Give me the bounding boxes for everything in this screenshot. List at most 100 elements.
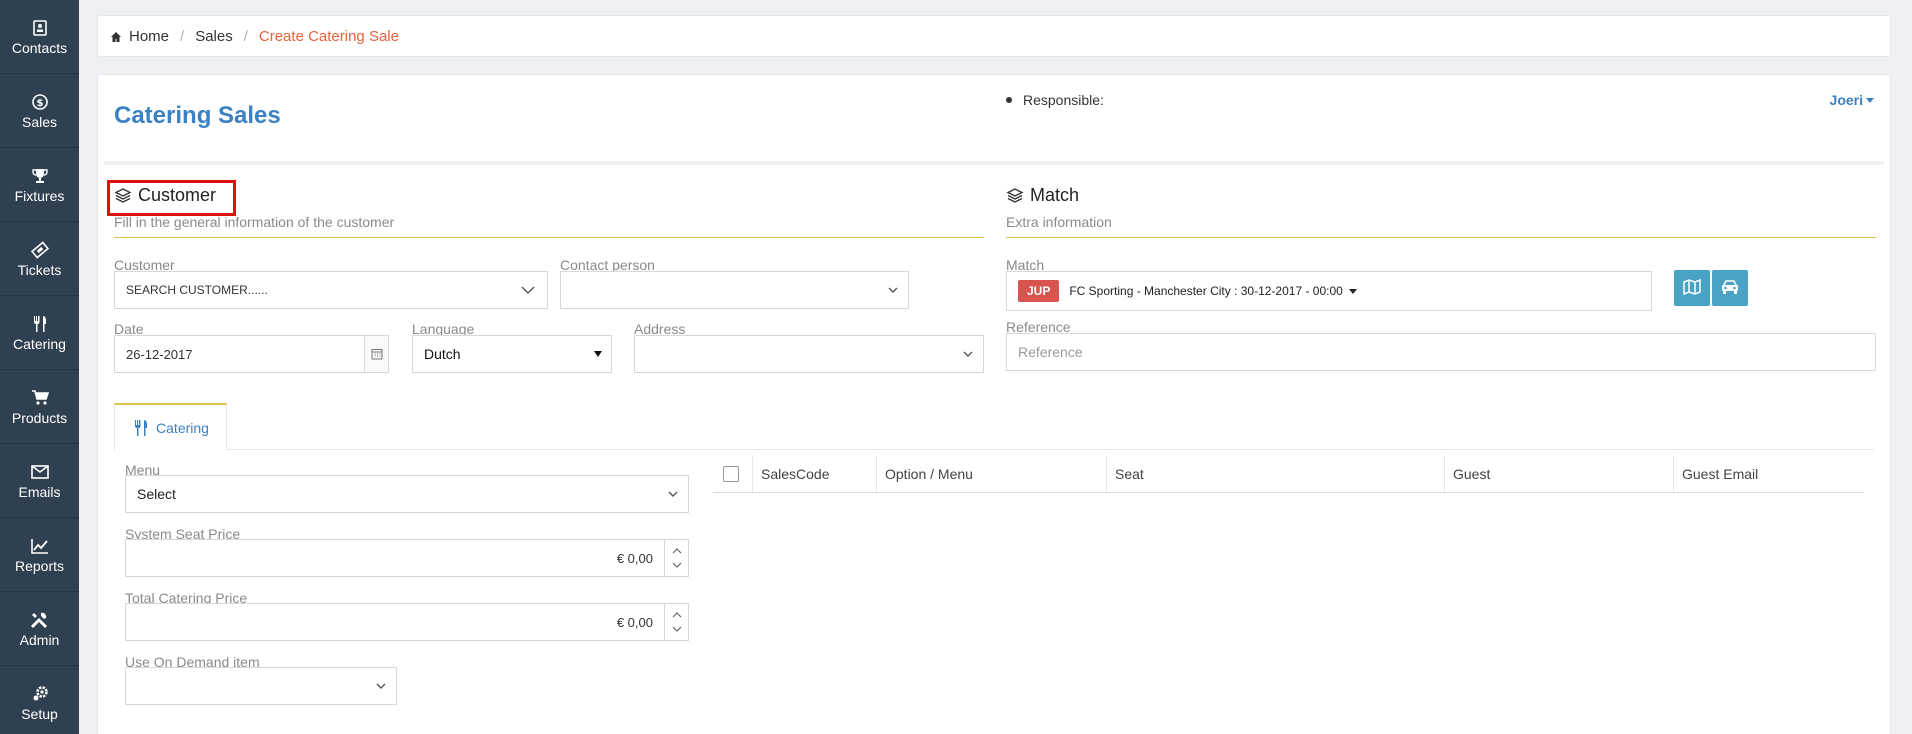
sidebar: Contacts $ Sales Fixtures Tickets Cateri… (0, 0, 79, 734)
column-header-seat[interactable]: Seat (1107, 455, 1445, 492)
breadcrumb-home-link[interactable]: Home (129, 28, 169, 45)
chevron-down-icon[interactable] (672, 562, 682, 568)
header-divider (104, 161, 1884, 165)
match-section-line (1006, 237, 1876, 238)
caret-down-icon (1348, 288, 1357, 294)
contact-card-icon (30, 18, 50, 38)
chevron-down-icon (376, 683, 386, 689)
column-header-option-menu[interactable]: Option / Menu (877, 455, 1107, 492)
sidebar-item-fixtures[interactable]: Fixtures (0, 148, 79, 222)
match-subtitle: Extra information (1006, 214, 1112, 230)
customer-section-line (114, 237, 984, 238)
select-all-checkbox[interactable] (723, 465, 739, 482)
dollar-icon: $ (30, 92, 50, 112)
match-dropdown[interactable]: FC Sporting - Manchester City : 30-12-20… (1069, 284, 1357, 298)
fork-knife-icon (30, 314, 50, 334)
total-price-value: € 0,00 (616, 614, 653, 630)
menu-value: Select (137, 486, 176, 502)
tab-bar (114, 449, 1874, 450)
sidebar-item-label: Products (11, 409, 68, 426)
seat-price-value: € 0,00 (616, 550, 653, 566)
user-name: Joeri (1829, 92, 1863, 108)
sidebar-item-tickets[interactable]: Tickets (0, 222, 79, 296)
map-button[interactable] (1674, 270, 1710, 306)
calendar-icon[interactable] (364, 336, 388, 372)
envelope-icon (30, 462, 50, 482)
sidebar-item-label: Tickets (17, 261, 62, 278)
sidebar-item-products[interactable]: Products (0, 370, 79, 444)
sidebar-item-contacts[interactable]: Contacts (0, 0, 79, 74)
column-header-guest[interactable]: Guest (1445, 455, 1674, 492)
chevron-down-icon[interactable] (672, 626, 682, 632)
chevron-up-icon[interactable] (672, 612, 682, 618)
sidebar-item-label: Contacts (11, 39, 68, 56)
match-section-title: Match (1006, 185, 1079, 206)
sidebar-item-setup[interactable]: Setup (0, 666, 79, 734)
sidebar-item-admin[interactable]: Admin (0, 592, 79, 666)
main-panel: Catering Sales Responsible: Joeri Custom… (97, 74, 1891, 734)
sidebar-item-label: Admin (19, 631, 60, 648)
sidebar-item-label: Fixtures (14, 187, 65, 204)
car-button[interactable] (1712, 270, 1748, 306)
reference-input[interactable]: Reference (1006, 333, 1876, 371)
reference-placeholder: Reference (1018, 344, 1083, 360)
chevron-down-icon (888, 287, 898, 293)
match-badge: JUP (1018, 280, 1060, 302)
sidebar-item-reports[interactable]: Reports (0, 518, 79, 592)
column-header-salescode[interactable]: SalesCode (753, 455, 877, 492)
breadcrumb-sales-link[interactable]: Sales (195, 28, 233, 45)
sidebar-item-emails[interactable]: Emails (0, 444, 79, 518)
chevron-down-icon (521, 286, 535, 294)
breadcrumb-current: Create Catering Sale (258, 27, 399, 45)
customer-search-select[interactable]: SEARCH CUSTOMER...... (114, 271, 548, 309)
page-title: Catering Sales (114, 102, 281, 129)
total-price-input[interactable]: € 0,00 (125, 603, 689, 641)
column-header-guest-email[interactable]: Guest Email (1674, 455, 1864, 492)
trophy-icon (30, 166, 50, 186)
address-select[interactable] (634, 335, 984, 373)
date-input[interactable]: 26-12-2017 (114, 335, 389, 373)
seat-price-input[interactable]: € 0,00 (125, 539, 689, 577)
seat-price-spinner[interactable] (664, 540, 688, 576)
tab-catering[interactable]: Catering (114, 403, 227, 450)
svg-text:$: $ (36, 98, 43, 109)
language-value: Dutch (424, 346, 461, 362)
caret-down-icon (594, 351, 602, 357)
breadcrumb-separator: / (180, 27, 185, 45)
car-icon (1720, 279, 1740, 298)
highlight-box (107, 180, 236, 216)
match-select[interactable]: JUP FC Sporting - Manchester City : 30-1… (1006, 271, 1652, 311)
breadcrumb: Home / Sales / Create Catering Sale (97, 15, 1891, 57)
select-all-cell (713, 455, 753, 492)
map-icon (1683, 278, 1701, 298)
chevron-down-icon (963, 351, 973, 357)
sidebar-item-label: Setup (21, 705, 58, 722)
match-title-text: Match (1030, 185, 1080, 205)
cart-icon (30, 388, 50, 408)
fork-knife-icon (132, 419, 150, 437)
layers-icon (1006, 187, 1024, 205)
contact-person-select[interactable] (560, 271, 909, 309)
menu-select[interactable]: Select (125, 475, 689, 513)
user-menu[interactable]: Joeri (1830, 92, 1874, 108)
caret-down-icon (1866, 97, 1874, 103)
match-value: FC Sporting - Manchester City : 30-12-20… (1069, 284, 1343, 298)
sidebar-item-sales[interactable]: $ Sales (0, 74, 79, 148)
chevron-up-icon[interactable] (672, 548, 682, 554)
tools-icon (30, 610, 50, 630)
sidebar-item-label: Catering (13, 335, 66, 352)
on-demand-select[interactable] (125, 667, 397, 705)
gear-icon (30, 684, 50, 704)
table-header: SalesCode Option / Menu Seat Guest Guest… (713, 455, 1864, 493)
sidebar-item-catering[interactable]: Catering (0, 296, 79, 370)
chevron-down-icon (668, 491, 678, 497)
language-select[interactable]: Dutch (412, 335, 612, 373)
customer-search-value: SEARCH CUSTOMER...... (126, 283, 268, 297)
tab-label: Catering (156, 419, 209, 436)
line-chart-icon (30, 536, 50, 556)
sidebar-item-label: Emails (18, 483, 61, 500)
bullet (1006, 97, 1012, 103)
sidebar-item-label: Sales (21, 113, 58, 130)
total-price-spinner[interactable] (664, 604, 688, 640)
responsible-item: Responsible: (1006, 92, 1104, 108)
